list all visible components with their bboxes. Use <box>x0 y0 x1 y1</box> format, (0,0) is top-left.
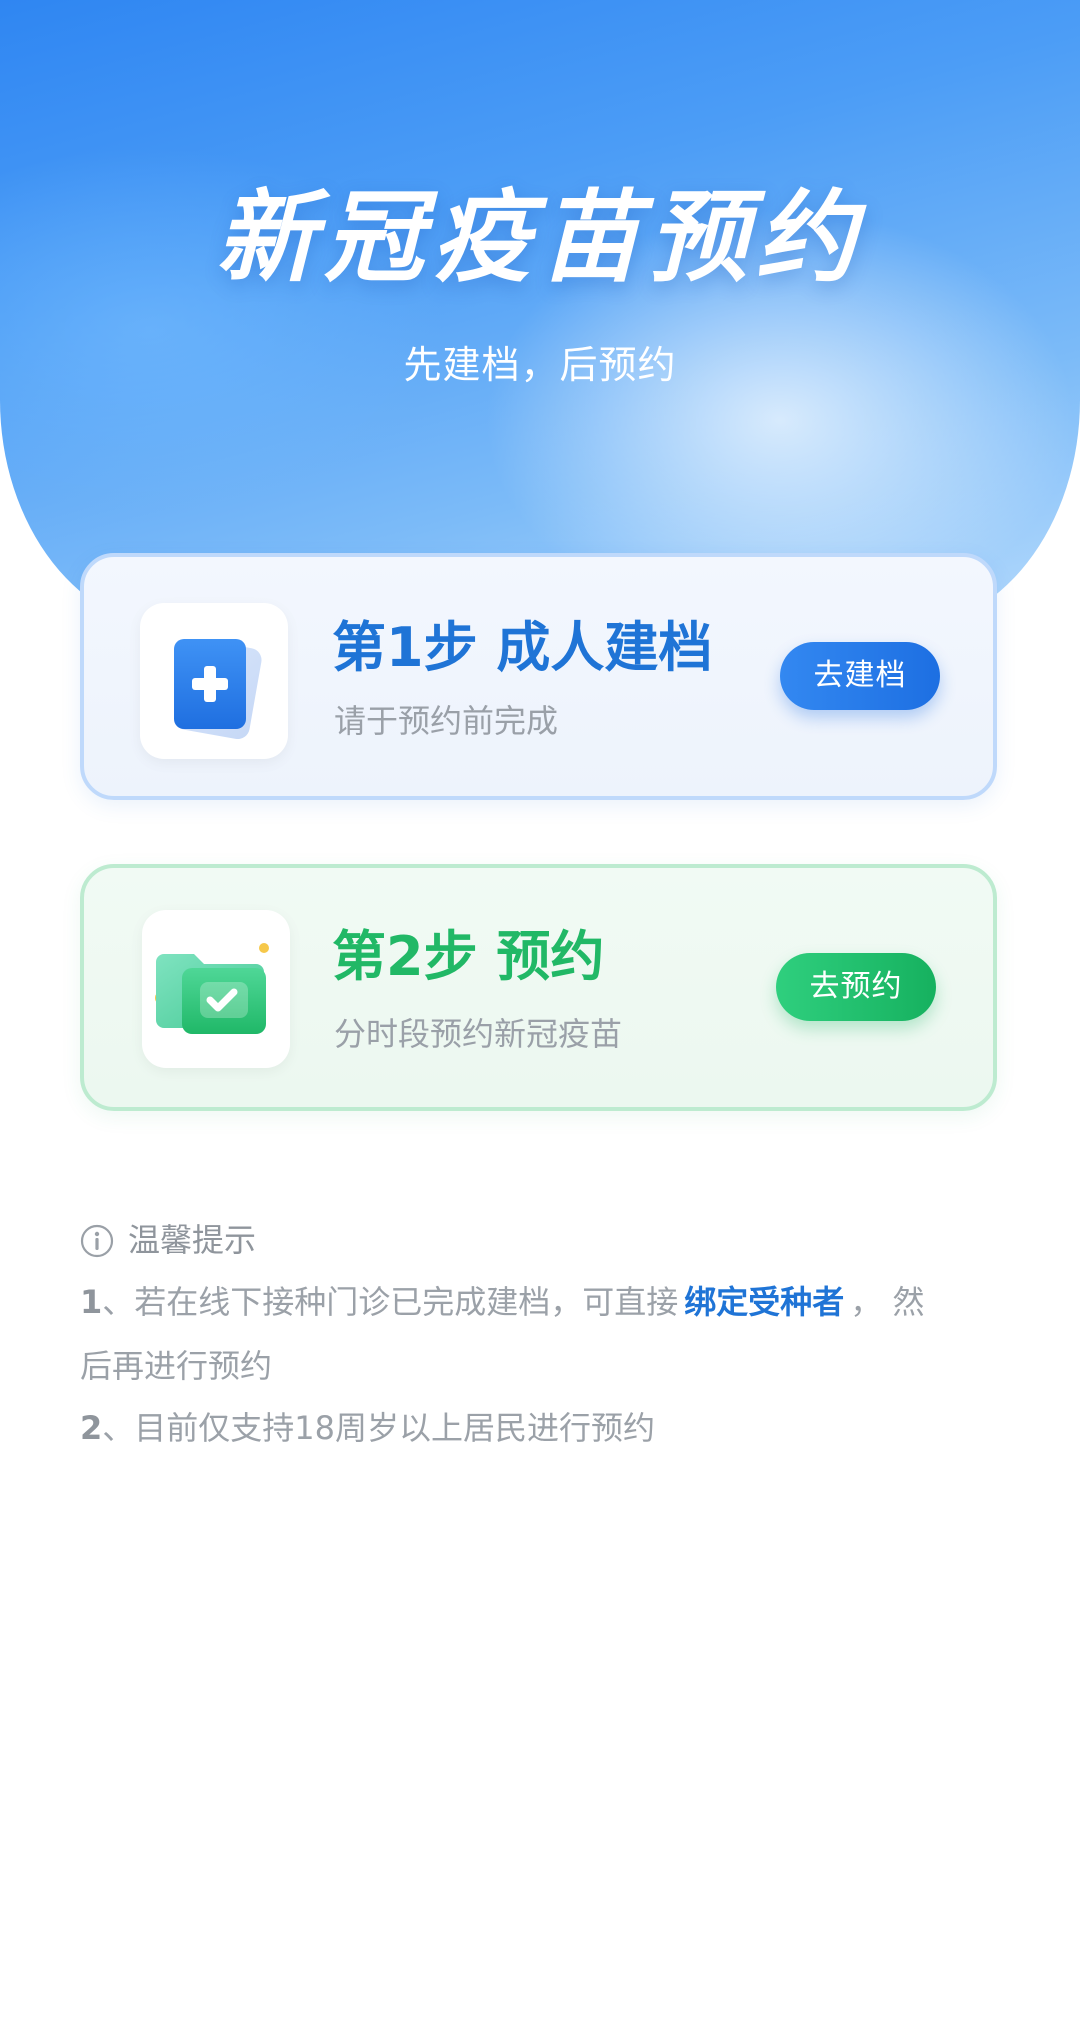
tip-item: 1、若在线下接种门诊已完成建档，可直接 绑定受种者， 然 <box>80 1280 924 1324</box>
step-title: 第1步 成人建档 <box>332 616 713 679</box>
bind-recipient-link[interactable]: 绑定受种者 <box>684 1283 844 1321</box>
info-icon <box>80 1224 114 1258</box>
tip-text: 、目前仅支持18周岁以上居民进行预约 <box>102 1409 655 1447</box>
page-subtitle: 先建档，后预约 <box>403 343 677 387</box>
hero-banner: 新冠疫苗预约 先建档，后预约 <box>0 0 1080 630</box>
tip-item-continuation: 后再进行预约 <box>80 1347 273 1385</box>
tip-text: 、若在线下接种门诊已完成建档，可直接 <box>102 1283 679 1321</box>
step-card-appointment[interactable]: 第2步 预约 分时段预约新冠疫苗 去预约 <box>80 864 997 1111</box>
tip-item: 2、目前仅支持18周岁以上居民进行预约 <box>80 1406 655 1450</box>
tips-title: 温馨提示 <box>128 1221 257 1259</box>
make-appointment-button[interactable]: 去预约 <box>776 953 936 1021</box>
create-profile-button[interactable]: 去建档 <box>780 642 940 710</box>
tip-number: 2 <box>80 1409 103 1447</box>
add-document-icon <box>140 603 288 759</box>
tip-number: 1 <box>80 1283 103 1321</box>
step-description: 分时段预约新冠疫苗 <box>334 1015 623 1053</box>
tip-text-suffix: ， 然 <box>850 1283 925 1321</box>
step-title: 第2步 预约 <box>332 925 605 988</box>
step-description: 请于预约前完成 <box>334 702 559 740</box>
page-title: 新冠疫苗预约 <box>216 179 864 296</box>
folder-check-icon <box>142 910 290 1068</box>
step-card-create-profile[interactable]: 第1步 成人建档 请于预约前完成 去建档 <box>80 553 997 800</box>
